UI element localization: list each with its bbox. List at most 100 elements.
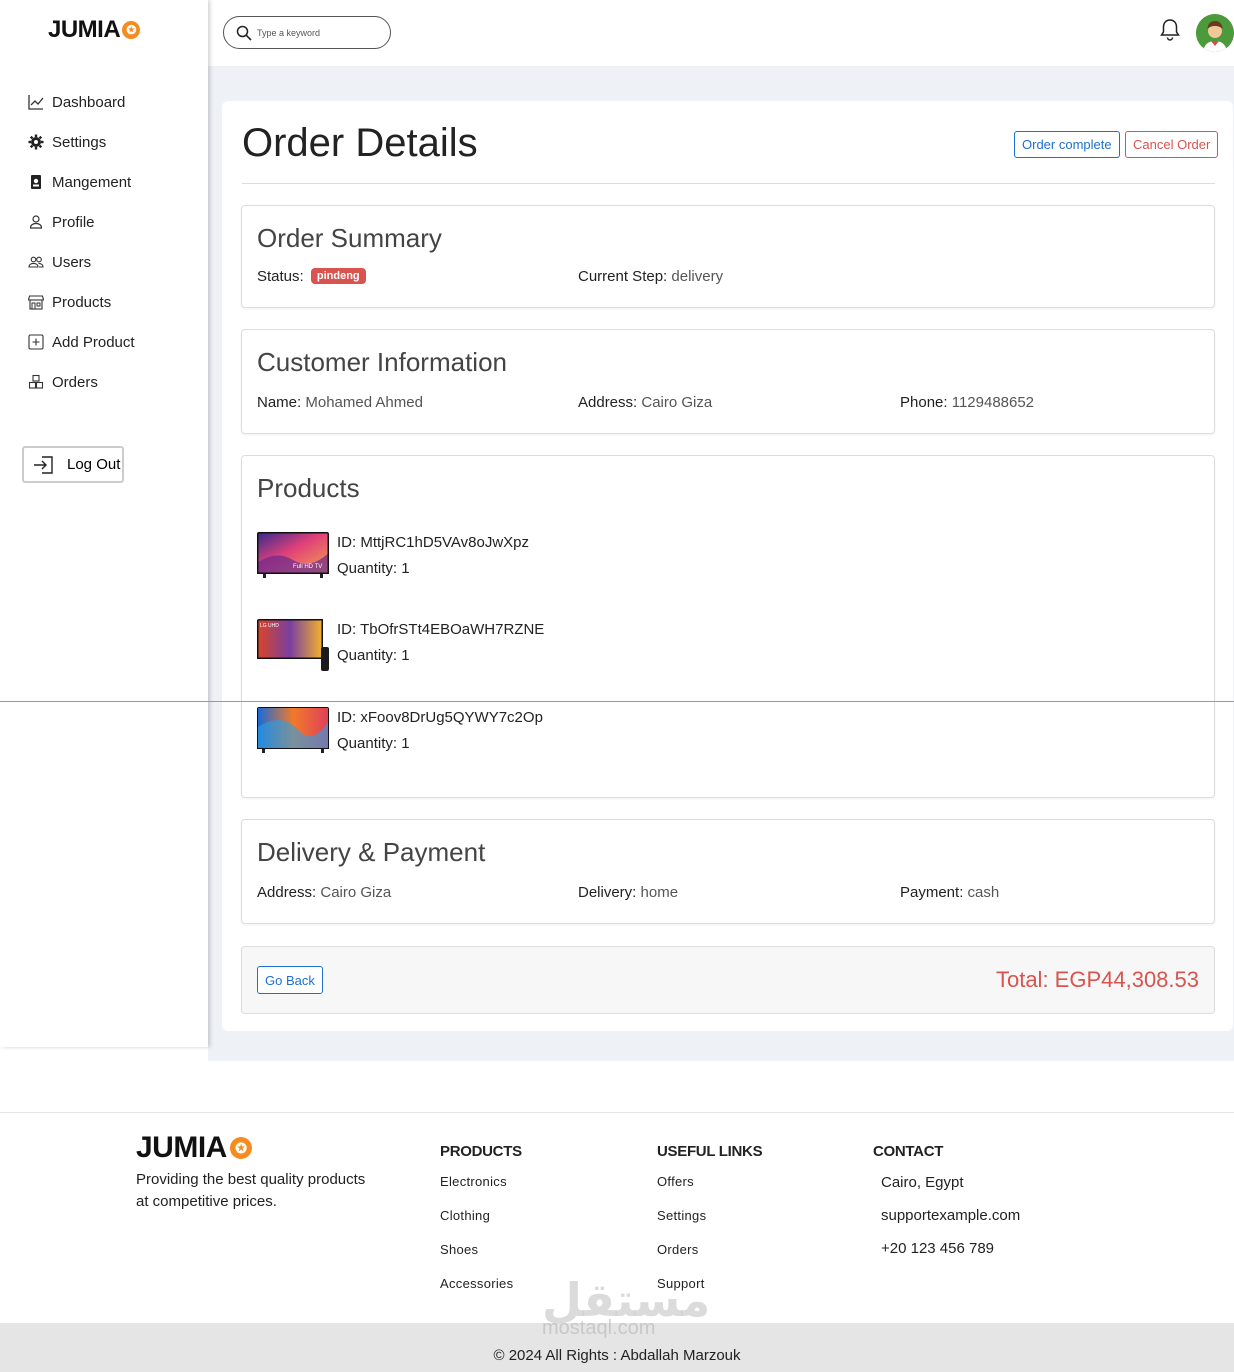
sidebar-item-add-product[interactable]: Add Product	[28, 322, 135, 362]
shop-icon	[28, 295, 44, 310]
chart-line-icon	[28, 95, 44, 110]
footer-link-accessories[interactable]: Accessories	[440, 1276, 522, 1310]
field-value: 1	[401, 560, 410, 577]
product-quantity: Quantity: 1	[337, 647, 410, 664]
thumb-caption: Full HD TV	[293, 564, 322, 570]
brand-star-icon: ✪	[229, 1137, 252, 1159]
sidebar: JUMIA ✪ Dashboard Settings Mangement Pro…	[0, 0, 208, 1047]
footer-link-settings[interactable]: Settings	[657, 1208, 762, 1242]
brand-name: JUMIA	[48, 16, 121, 43]
sidebar-item-label: Profile	[52, 213, 95, 231]
box-arrow-in-icon	[34, 455, 53, 474]
sidebar-item-label: Orders	[52, 373, 98, 391]
customer-phone-field: Phone: 1129488652	[900, 394, 1034, 411]
sidebar-item-products[interactable]: Products	[28, 282, 135, 322]
sidebar-item-profile[interactable]: Profile	[28, 202, 135, 242]
customer-address-field: Address: Cairo Giza	[578, 394, 712, 411]
people-icon	[28, 256, 44, 268]
product-quantity: Quantity: 1	[337, 560, 410, 577]
brand-logo[interactable]: JUMIA ✪	[48, 16, 141, 44]
field-value: xFoov8DrUg5QYWY7c2Op	[360, 709, 543, 726]
footer-logo[interactable]: JUMIA ✪	[136, 1131, 252, 1165]
search-icon	[236, 25, 252, 41]
order-summary-section: Order Summary Status: pindeng Current St…	[241, 205, 1215, 308]
sidebar-item-users[interactable]: Users	[28, 242, 135, 282]
footer-link-shoes[interactable]: Shoes	[440, 1242, 522, 1276]
order-total-bar: Go Back Total: EGP44,308.53	[241, 946, 1215, 1014]
go-back-button[interactable]: Go Back	[257, 966, 323, 994]
footer-heading: CONTACT	[873, 1143, 944, 1160]
footer-contact-column: CONTACT Cairo, Egypt supportexample.com …	[873, 1143, 1020, 1273]
footer-heading: USEFUL LINKS	[657, 1143, 763, 1160]
products-section: Products Full HD TV ID: MttjRC1hD5VAv8oJ…	[241, 455, 1215, 798]
section-heading: Customer Information	[257, 347, 507, 377]
field-label: Quantity:	[337, 647, 398, 664]
product-thumbnail	[257, 707, 329, 753]
order-complete-button[interactable]: Order complete	[1014, 131, 1120, 158]
product-thumbnail: Full HD TV	[257, 532, 329, 578]
field-value: TbOfrSTt4EBOaWH7RZNE	[360, 621, 545, 638]
payment-method-field: Payment: cash	[900, 884, 999, 901]
contact-email: supportexample.com	[881, 1207, 1021, 1224]
current-step-field: Current Step: delivery	[578, 268, 723, 285]
field-label: Address:	[257, 884, 317, 901]
divider	[0, 701, 1234, 702]
gear-icon	[28, 134, 44, 150]
brand-star-icon: ✪	[122, 21, 141, 39]
product-id: ID: TbOfrSTt4EBOaWH7RZNE	[337, 621, 544, 638]
delivery-address-field: Address: Cairo Giza	[257, 884, 391, 901]
field-label: Quantity:	[337, 560, 398, 577]
product-id: ID: xFoov8DrUg5QYWY7c2Op	[337, 709, 543, 726]
footer-link-clothing[interactable]: Clothing	[440, 1208, 522, 1242]
field-value: delivery	[671, 268, 724, 285]
contact-location: Cairo, Egypt	[881, 1174, 964, 1191]
field-value: 1	[401, 735, 410, 752]
field-value: home	[640, 884, 679, 901]
field-label: Phone:	[900, 394, 948, 411]
divider	[242, 183, 1215, 184]
status-badge: pindeng	[310, 268, 366, 284]
bell-icon[interactable]	[1159, 18, 1181, 42]
product-thumbnail: LG UHD	[257, 619, 329, 671]
field-value: MttjRC1hD5VAv8oJwXpz	[360, 534, 530, 551]
sidebar-item-label: Products	[52, 293, 112, 311]
section-heading: Order Summary	[257, 223, 442, 253]
field-value: 1	[401, 647, 410, 664]
sidebar-item-label: Users	[52, 253, 92, 271]
footer-link-electronics[interactable]: Electronics	[440, 1174, 522, 1208]
top-bar	[208, 0, 1234, 66]
sidebar-item-label: Dashboard	[52, 93, 126, 111]
avatar[interactable]	[1196, 14, 1234, 52]
sidebar-item-orders[interactable]: Orders	[28, 362, 135, 402]
sidebar-item-settings[interactable]: Settings	[28, 122, 135, 162]
copyright-text: © 2024 All Rights : Abdallah Marzouk	[493, 1347, 741, 1364]
logout-label: Log Out	[67, 456, 121, 473]
field-label: Name:	[257, 394, 302, 411]
thumb-caption: LG UHD	[260, 623, 279, 629]
footer-tagline: Providing the best quality products at c…	[136, 1171, 366, 1210]
delivery-method-field: Delivery: home	[578, 884, 678, 901]
footer-heading: PRODUCTS	[440, 1143, 522, 1160]
field-label: Current Step:	[578, 268, 668, 285]
search-input[interactable]	[257, 27, 377, 38]
field-value: Cairo Giza	[641, 394, 713, 411]
field-label: Address:	[578, 394, 638, 411]
delivery-payment-section: Delivery & Payment Address: Cairo Giza D…	[241, 819, 1215, 924]
product-id: ID: MttjRC1hD5VAv8oJwXpz	[337, 534, 529, 551]
customer-name-field: Name: Mohamed Ahmed	[257, 394, 423, 411]
logout-button[interactable]: Log Out	[22, 446, 124, 483]
cancel-order-button[interactable]: Cancel Order	[1125, 131, 1219, 158]
field-value: 1129488652	[951, 394, 1035, 411]
sidebar-item-mangement[interactable]: Mangement	[28, 162, 135, 202]
search-box[interactable]	[223, 16, 391, 49]
footer-link-orders[interactable]: Orders	[657, 1242, 762, 1276]
sidebar-item-label: Mangement	[52, 173, 132, 191]
order-details-card: Order Details Order complete Cancel Orde…	[222, 101, 1233, 1031]
field-label: ID:	[337, 709, 357, 726]
sidebar-item-dashboard[interactable]: Dashboard	[28, 82, 135, 122]
site-footer: JUMIA ✪ Providing the best quality produ…	[0, 1112, 1234, 1372]
boxes-icon	[28, 374, 44, 389]
status-field: Status: pindeng	[257, 268, 366, 285]
footer-link-offers[interactable]: Offers	[657, 1174, 762, 1208]
section-heading: Products	[257, 473, 360, 503]
